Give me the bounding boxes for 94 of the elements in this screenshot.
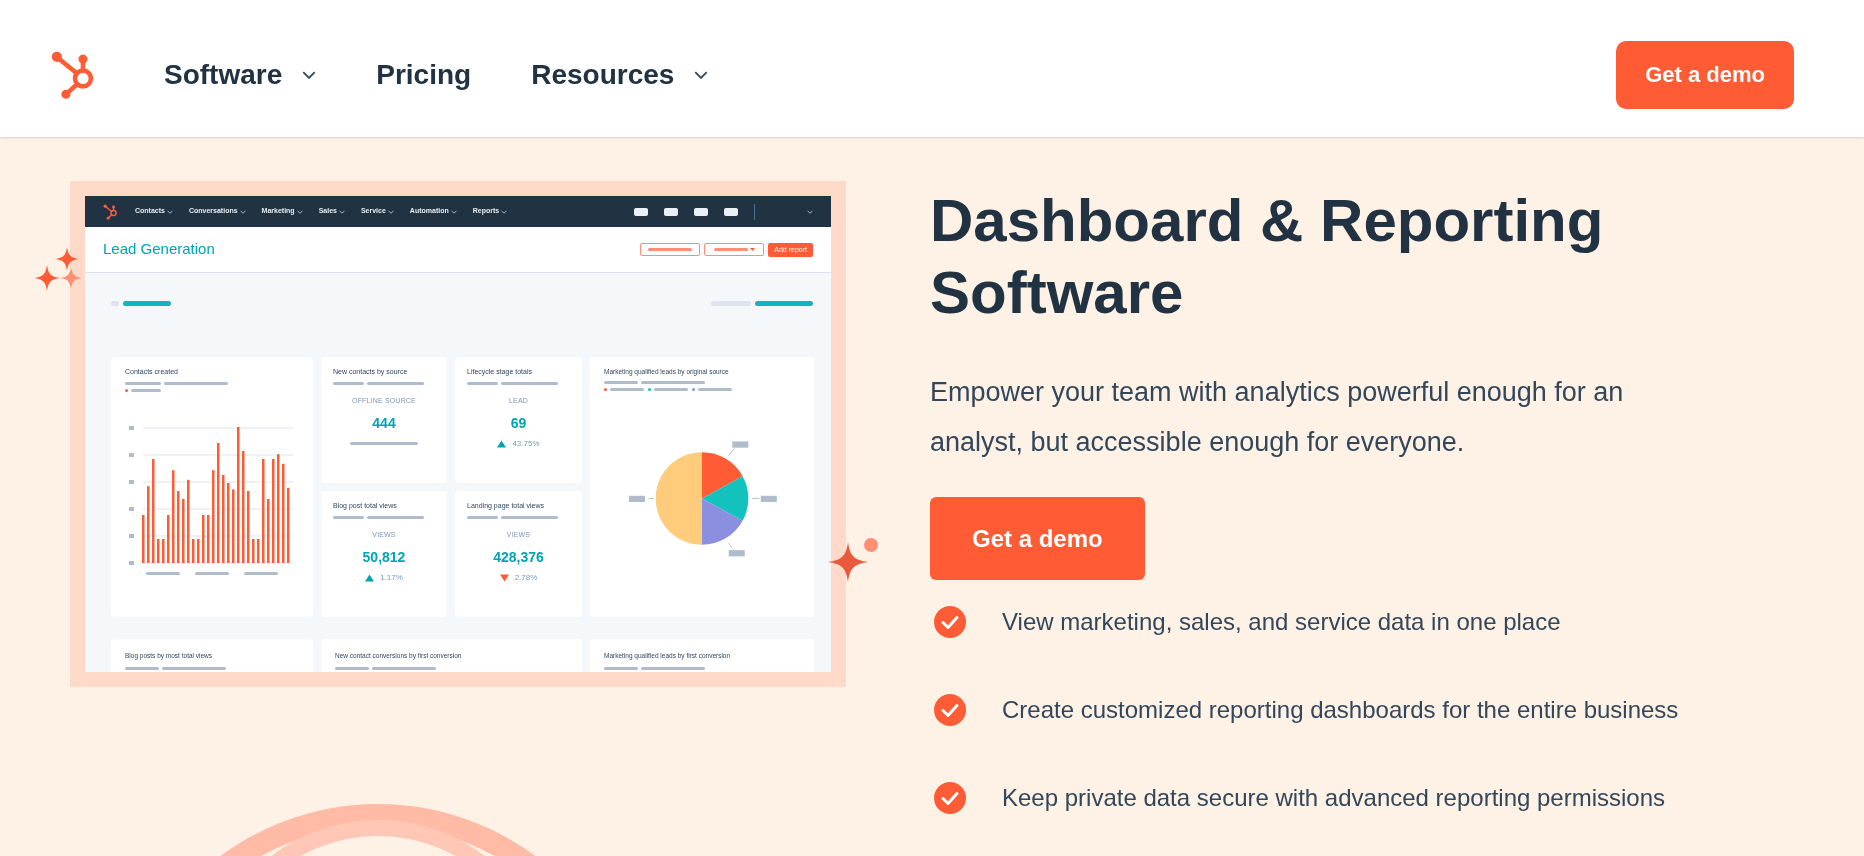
text-placeholder <box>367 381 424 385</box>
stat-change: 2.78% <box>514 572 538 584</box>
bar <box>202 514 205 563</box>
text-placeholder <box>333 381 364 385</box>
chevron-down-icon <box>387 208 394 215</box>
text-placeholder <box>641 666 705 670</box>
hero-description: Empower your team with analytics powerful enough for an analyst, but accessible enough for everyone. <box>930 376 1625 459</box>
axis-tick-placeholder <box>129 506 134 511</box>
chevron-down-icon <box>450 208 457 215</box>
stat-change: 43.75% <box>512 438 540 450</box>
text-placeholder <box>654 387 688 391</box>
text-placeholder <box>335 666 369 670</box>
label-placeholder <box>728 549 745 557</box>
chevron-down-icon <box>338 208 345 215</box>
text-placeholder <box>125 381 161 385</box>
check-circle-icon <box>934 606 966 638</box>
chevron-down-icon <box>501 208 508 215</box>
bar <box>197 538 200 563</box>
sparkle-icon <box>34 265 60 291</box>
stat-value: 50,812 <box>362 548 406 567</box>
toolbar-icon[interactable] <box>634 207 648 216</box>
chevron-down-icon <box>166 208 173 215</box>
feature-text: Keep private data secure with advanced reporting permissions <box>1002 783 1666 813</box>
bar <box>252 538 255 563</box>
caret-icon <box>749 248 755 251</box>
bar <box>157 538 160 563</box>
text-placeholder <box>125 666 159 670</box>
text-placeholder <box>698 387 732 391</box>
text-placeholder <box>501 515 558 519</box>
sprocket-logo-icon[interactable] <box>103 203 119 220</box>
text-placeholder <box>162 666 226 670</box>
bar <box>162 538 165 563</box>
chevron-down-icon <box>296 208 303 215</box>
toolbar-icon[interactable] <box>724 207 738 216</box>
text-placeholder <box>372 666 436 670</box>
text-placeholder <box>713 248 748 251</box>
text-placeholder <box>604 666 638 670</box>
bar <box>167 514 170 563</box>
bar <box>182 498 185 563</box>
text-placeholder <box>501 381 558 385</box>
text-placeholder <box>610 387 644 391</box>
toolbar-icon[interactable] <box>664 207 678 216</box>
bar <box>142 514 145 563</box>
chevron-down-icon <box>807 208 813 215</box>
text-placeholder <box>648 248 693 251</box>
bar <box>267 498 270 563</box>
axis-tick-placeholder <box>129 452 134 457</box>
hero-title: Dashboard & Reporting Software <box>930 186 1605 328</box>
feature-text: View marketing, sales, and service data in one place <box>1002 607 1561 637</box>
nav-link[interactable]: Resources <box>531 53 675 96</box>
text-placeholder <box>195 571 229 575</box>
dot-decoration <box>864 538 878 552</box>
text-placeholder <box>467 515 498 519</box>
text-placeholder <box>146 571 181 575</box>
page-title: Lead Generation <box>103 239 215 260</box>
text-placeholder <box>243 571 278 575</box>
text-placeholder <box>333 515 364 519</box>
bar <box>257 538 260 563</box>
sparkle-icon <box>828 542 868 582</box>
check-circle-icon <box>934 782 966 814</box>
leader-line <box>648 497 655 499</box>
stat-value: 428,376 <box>493 548 544 567</box>
label-placeholder <box>760 495 777 502</box>
text-placeholder <box>131 388 161 392</box>
toolbar-icon[interactable] <box>694 207 708 216</box>
stat-value: 69 <box>510 414 527 433</box>
text-placeholder <box>755 301 813 306</box>
text-placeholder <box>123 301 171 306</box>
axis-tick-placeholder <box>129 533 134 538</box>
text-placeholder <box>467 381 498 385</box>
leader-line <box>751 497 760 499</box>
sparkle-icon <box>55 247 79 271</box>
text-placeholder <box>164 381 228 385</box>
axis-tick-placeholder <box>129 560 134 565</box>
chevron-down-icon <box>239 208 246 215</box>
bar <box>207 514 210 563</box>
sparkle-icon <box>60 267 82 289</box>
label-placeholder <box>628 495 645 502</box>
text-placeholder <box>604 380 638 384</box>
axis-tick-placeholder <box>129 479 134 484</box>
axis-tick-placeholder <box>129 425 134 430</box>
label-placeholder <box>732 441 749 448</box>
stat-value: 444 <box>372 414 396 433</box>
leader-line <box>728 447 735 456</box>
leader-line <box>728 542 733 549</box>
bar <box>192 538 195 563</box>
text-placeholder <box>350 442 418 445</box>
feature-text: Create customized reporting dashboards for the entire business <box>1002 695 1679 725</box>
text-placeholder <box>367 515 424 519</box>
nav-link[interactable]: Pricing <box>376 53 472 96</box>
nav-link[interactable]: Software <box>164 53 283 96</box>
stat-change: 1.17% <box>380 572 403 584</box>
check-circle-icon <box>934 694 966 726</box>
text-placeholder <box>641 380 705 384</box>
